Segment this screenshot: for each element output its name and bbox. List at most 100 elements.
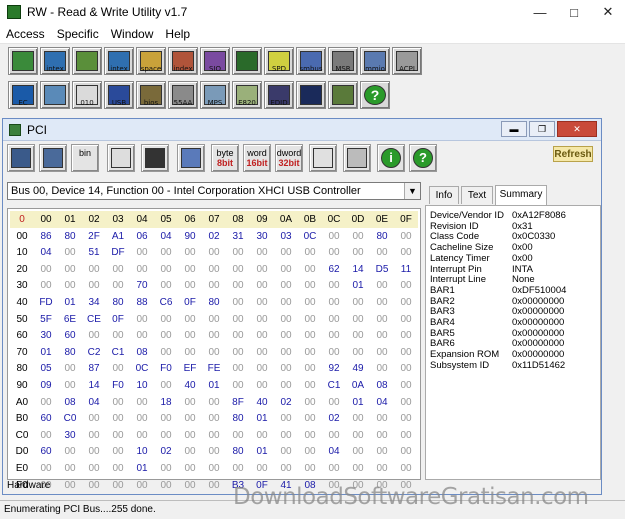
hex-cell[interactable]: 00	[82, 327, 106, 344]
hex-cell[interactable]: 00	[202, 443, 226, 460]
ec-button[interactable]: EC	[8, 81, 38, 109]
hex-cell[interactable]: 01	[250, 410, 274, 427]
hex-cell[interactable]: 00	[394, 460, 418, 477]
hex-cell[interactable]: 00	[346, 311, 370, 328]
hex-cell[interactable]: 00	[82, 477, 106, 494]
hex-cell[interactable]: 00	[130, 244, 154, 261]
hex-cell[interactable]: 00	[226, 244, 250, 261]
hex-cell[interactable]: 00	[394, 443, 418, 460]
hex-cell[interactable]: 00	[178, 460, 202, 477]
hex-cell[interactable]: 00	[274, 344, 298, 361]
hex-cell[interactable]: 01	[34, 344, 58, 361]
hex-cell[interactable]: 00	[298, 460, 322, 477]
hex-cell[interactable]: 00	[202, 344, 226, 361]
hex-cell[interactable]: 00	[58, 244, 82, 261]
hex-cell[interactable]: 00	[370, 460, 394, 477]
hex-cell[interactable]: 00	[202, 410, 226, 427]
mps-button[interactable]: MPS	[200, 81, 230, 109]
hex-cell[interactable]: 01	[130, 460, 154, 477]
hex-cell[interactable]: 00	[250, 427, 274, 444]
acpi-button[interactable]: ACPI	[392, 47, 422, 75]
device-select[interactable]: Bus 00, Device 14, Function 00 - Intel C…	[7, 182, 421, 200]
hex-cell[interactable]: 00	[226, 460, 250, 477]
hex-cell[interactable]: 0C	[130, 360, 154, 377]
hex-cell[interactable]: 00	[130, 311, 154, 328]
hex-cell[interactable]: 00	[370, 327, 394, 344]
hex-cell[interactable]: 60	[34, 410, 58, 427]
hex-cell[interactable]: 00	[202, 277, 226, 294]
hex-cell[interactable]: 00	[322, 427, 346, 444]
spd-button[interactable]: SPD	[264, 47, 294, 75]
memory-chip-button[interactable]	[8, 47, 38, 75]
hex-cell[interactable]: 00	[298, 294, 322, 311]
tab-summary[interactable]: Summary	[495, 185, 547, 205]
phone-button[interactable]	[328, 81, 358, 109]
hex-cell[interactable]: 00	[298, 277, 322, 294]
hex-cell[interactable]: 40	[178, 377, 202, 394]
hex-cell[interactable]: 80	[106, 294, 130, 311]
hex-cell[interactable]: 00	[322, 311, 346, 328]
hex-cell[interactable]: 00	[274, 410, 298, 427]
hex-cell[interactable]: 14	[82, 377, 106, 394]
hex-cell[interactable]: 00	[130, 427, 154, 444]
hex-cell[interactable]: 00	[394, 294, 418, 311]
hex-cell[interactable]: 00	[178, 394, 202, 411]
hex-cell[interactable]: 00	[58, 261, 82, 278]
hex-cell[interactable]: 00	[130, 477, 154, 494]
hex-cell[interactable]: 06	[130, 228, 154, 245]
hex-cell[interactable]: 90	[178, 228, 202, 245]
copy-button[interactable]	[39, 144, 67, 172]
hex-cell[interactable]: 00	[58, 360, 82, 377]
oscilloscope-button[interactable]	[232, 47, 262, 75]
smbios-button[interactable]: bios	[136, 81, 166, 109]
close-icon[interactable]: ✕	[591, 0, 625, 24]
intex-chip-button[interactable]: intex	[40, 47, 70, 75]
hex-cell[interactable]: 02	[274, 394, 298, 411]
hex-cell[interactable]: 18	[154, 394, 178, 411]
hex-cell[interactable]: 00	[394, 410, 418, 427]
list-button[interactable]	[309, 144, 337, 172]
hex-cell[interactable]: 00	[298, 311, 322, 328]
refresh-button[interactable]: Refresh	[553, 146, 593, 162]
hex-cell[interactable]: 51	[82, 244, 106, 261]
hex-cell[interactable]: 00	[34, 427, 58, 444]
hex-cell[interactable]: 00	[106, 327, 130, 344]
hex-cell[interactable]: 00	[82, 410, 106, 427]
hex-cell[interactable]: 00	[346, 427, 370, 444]
hex-cell[interactable]: 08	[130, 344, 154, 361]
info-button[interactable]: i	[377, 144, 405, 172]
hex-cell[interactable]: 00	[250, 344, 274, 361]
hex-cell[interactable]: 00	[178, 410, 202, 427]
hex-cell[interactable]: 00	[322, 277, 346, 294]
hex-cell[interactable]: 87	[82, 360, 106, 377]
hex-cell[interactable]: 00	[298, 394, 322, 411]
hex-cell[interactable]: 00	[130, 410, 154, 427]
hex-cell[interactable]: 00	[250, 277, 274, 294]
hex-cell[interactable]: 88	[130, 294, 154, 311]
hex-cell[interactable]: 00	[274, 327, 298, 344]
hex-cell[interactable]: 00	[274, 377, 298, 394]
hex-cell[interactable]: 2F	[82, 228, 106, 245]
hex-cell[interactable]: 11	[394, 261, 418, 278]
hex-cell[interactable]: 00	[298, 344, 322, 361]
hex-cell[interactable]: 00	[154, 377, 178, 394]
hex-cell[interactable]: 80	[226, 410, 250, 427]
disk-button[interactable]	[40, 81, 70, 109]
hex-cell[interactable]: 00	[274, 261, 298, 278]
hex-cell[interactable]: 00	[322, 460, 346, 477]
hex-cell[interactable]: 00	[106, 277, 130, 294]
hex-cell[interactable]: 00	[274, 244, 298, 261]
hex-cell[interactable]: 00	[394, 427, 418, 444]
hex-cell[interactable]: 00	[178, 261, 202, 278]
hex-cell[interactable]: 00	[106, 477, 130, 494]
tab-info[interactable]: Info	[429, 186, 459, 204]
hex-cell[interactable]: 00	[82, 443, 106, 460]
hex-cell[interactable]: 00	[274, 443, 298, 460]
hex-cell[interactable]: 80	[58, 344, 82, 361]
hex-cell[interactable]: 04	[34, 244, 58, 261]
hex-cell[interactable]: 00	[226, 311, 250, 328]
hex-cell[interactable]: 00	[370, 294, 394, 311]
hex-cell[interactable]: 00	[274, 427, 298, 444]
disc-button[interactable]	[343, 144, 371, 172]
hex-cell[interactable]: 00	[370, 244, 394, 261]
